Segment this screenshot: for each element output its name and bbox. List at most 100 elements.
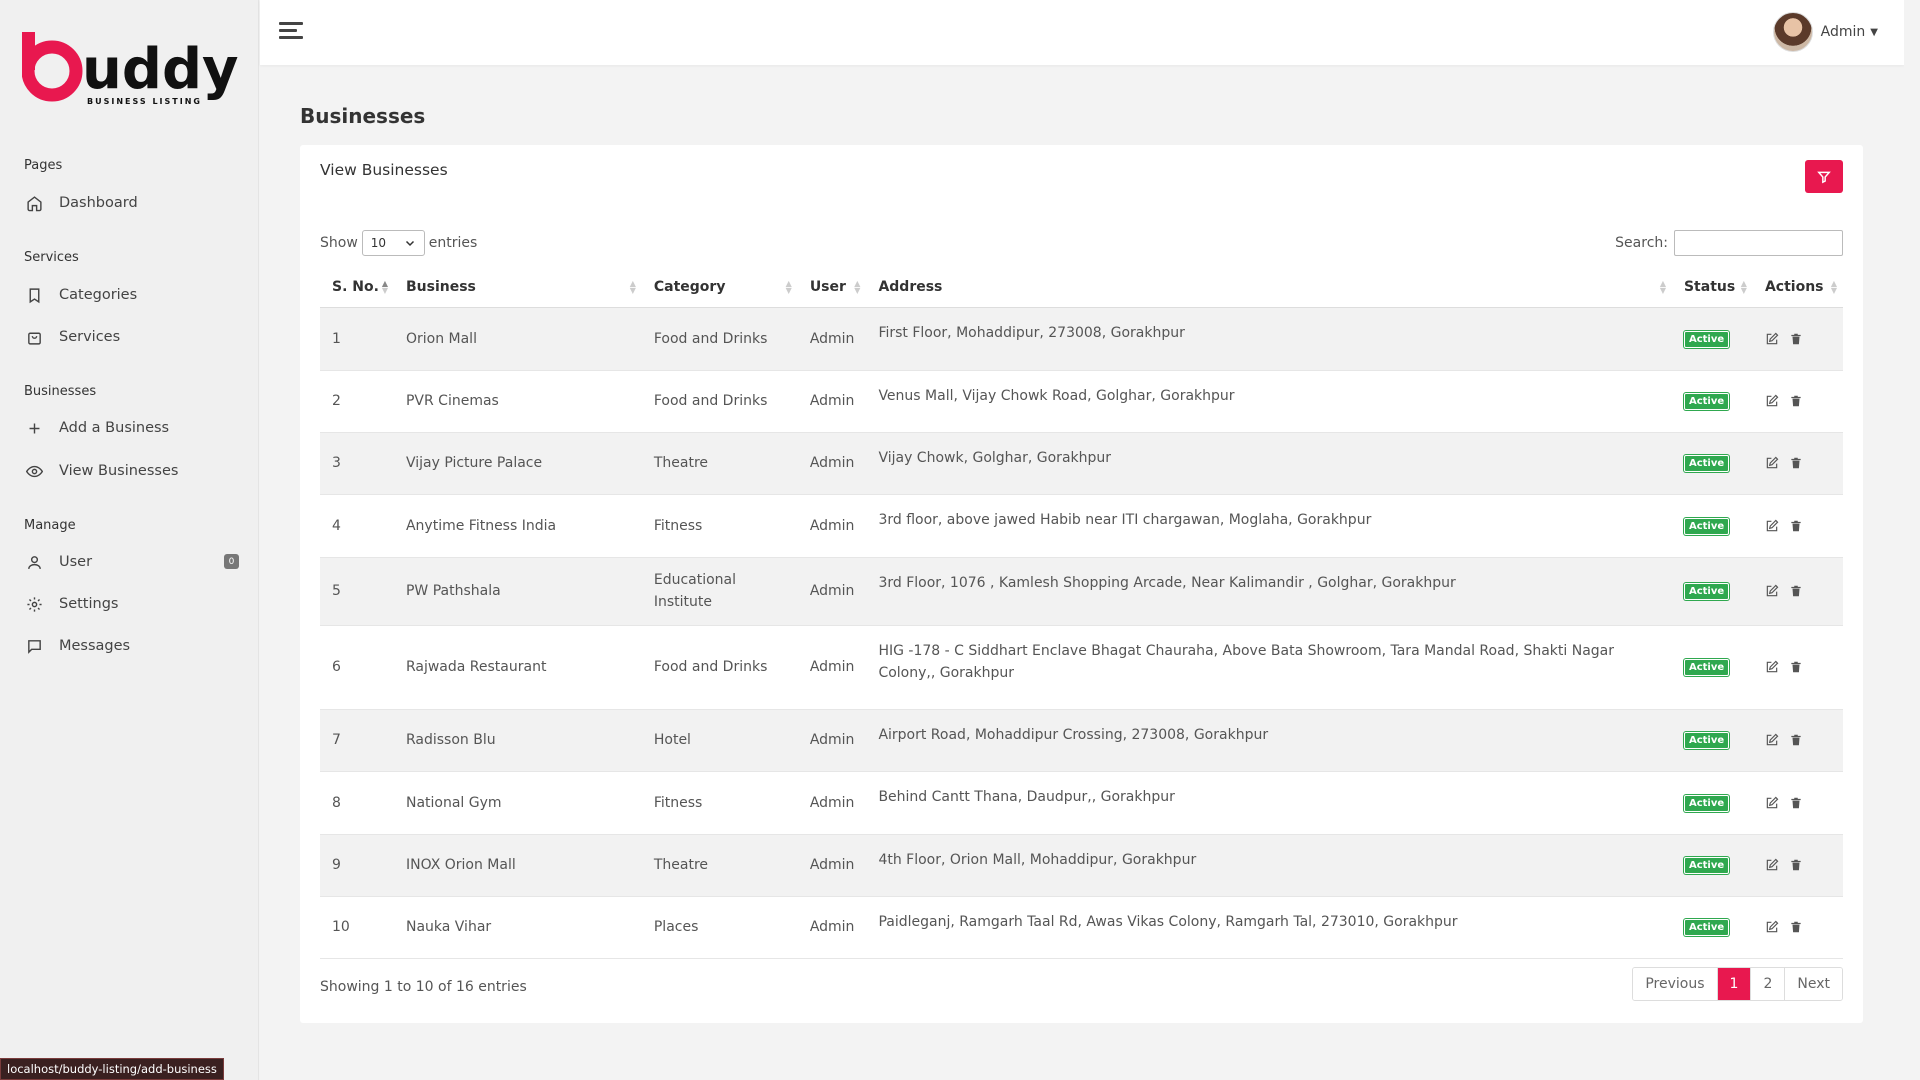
table-row: 9 INOX Orion Mall Theatre Admin 4th Floor, O… [320,834,1843,897]
cell-status: Active [1671,494,1753,558]
eye-icon [24,461,44,481]
cell-user: Admin [797,709,867,772]
businesses-card: View Businesses Show 10 entries Search: … [300,145,1863,1023]
cell-user: Admin [797,771,867,835]
trash-icon[interactable] [1789,456,1803,470]
trash-icon[interactable] [1789,332,1803,346]
status-badge: Active [1683,659,1730,676]
cell-user: Admin [797,307,867,371]
cell-status: Active [1671,370,1753,433]
cell-address: 3rd Floor, 1076 , Kamlesh Shopping Arcad… [866,557,1672,626]
table-row: 5 PW Pathshala Educational Institute Admin 3… [320,557,1843,626]
cell-sno: 5 [320,557,394,626]
edit-icon[interactable] [1765,660,1779,674]
trash-icon[interactable] [1789,920,1803,934]
column-header-business[interactable]: Business ▲ ▼ [393,267,642,308]
previous-button[interactable]: Previous [1633,968,1718,1000]
cell-category: Food and Drinks [641,307,798,371]
sort-icon: ▲ ▼ [1659,279,1666,295]
status-badge: Active [1683,393,1730,410]
trash-icon[interactable] [1789,519,1803,533]
cell-sno: 4 [320,494,394,558]
sidebar-item-dashboard[interactable]: Dashboard [24,189,244,217]
profile-dropdown[interactable]: Admin ▼ [1772,12,1878,52]
trash-icon[interactable] [1789,858,1803,872]
shopping-bag-icon [24,327,44,347]
cell-actions [1752,771,1843,835]
sort-icon: ▲ ▼ [854,279,861,295]
cell-status: Active [1671,557,1753,626]
cell-category: Theatre [641,834,798,897]
cell-actions [1752,709,1843,772]
column-header-user[interactable]: User ▲ ▼ [797,267,867,308]
column-header-category[interactable]: Category ▲ ▼ [641,267,798,308]
sidebar-item-label: Add a Business [59,420,170,436]
edit-icon[interactable] [1765,332,1779,346]
sidebar-item-categories[interactable]: Categories [24,281,244,309]
cell-business: Nauka Vihar [393,896,642,959]
sidebar-item-view-businesses[interactable]: View Businesses [24,457,244,485]
cell-address: Airport Road, Mohaddipur Crossing, 27300… [866,709,1672,772]
cell-status: Active [1671,625,1753,710]
sort-icon: ▲ ▼ [785,279,792,295]
sidebar-item-label: User [59,554,93,570]
avatar [1772,12,1813,52]
edit-icon[interactable] [1765,394,1779,408]
chevron-down-icon [405,240,414,247]
edit-icon[interactable] [1765,584,1779,598]
edit-icon[interactable] [1765,858,1779,872]
edit-icon[interactable] [1765,519,1779,533]
user-icon [24,552,44,572]
page-length-value: 10 [370,236,387,250]
cell-business: PVR Cinemas [393,370,642,433]
page-length-select[interactable]: 10 [361,230,425,256]
column-header-status[interactable]: Status ▲ ▼ [1671,267,1753,308]
cell-status: Active [1671,432,1753,495]
search-input[interactable] [1674,230,1843,256]
sidebar-item-services[interactable]: Services [24,323,244,351]
sidebar-item-label: Settings [59,596,119,612]
menu-toggle-icon[interactable] [279,22,303,42]
edit-icon[interactable] [1765,796,1779,810]
edit-icon[interactable] [1765,456,1779,470]
trash-icon[interactable] [1789,796,1803,810]
cell-business: National Gym [393,771,642,835]
buddy-logo[interactable]: uddy BUSINESS LISTING [22,28,242,108]
topbar: Admin ▼ [260,0,1904,65]
trash-icon[interactable] [1789,394,1803,408]
trash-icon[interactable] [1789,660,1803,674]
sidebar-item-messages[interactable]: Messages [24,632,244,660]
sidebar-item-user[interactable]: User 0 [24,548,244,576]
cell-category: Theatre [641,432,798,495]
status-badge: Active [1683,330,1730,348]
cell-sno: 6 [320,625,394,710]
filter-button[interactable] [1805,160,1843,193]
page-title: Businesses [300,104,426,128]
table-info: Showing 1 to 10 of 16 entries [320,979,527,995]
sidebar-item-add-business[interactable]: Add a Business [24,414,244,442]
column-header-address[interactable]: Address ▲ ▼ [866,267,1672,308]
sidebar-item-label: Dashboard [59,195,138,211]
card-title: View Businesses [320,161,448,179]
column-header-actions[interactable]: Actions ▲ ▼ [1752,267,1843,308]
edit-icon[interactable] [1765,920,1779,934]
table-row: 10 Nauka Vihar Places Admin Paidleganj, Ramg… [320,896,1843,959]
column-header-sno[interactable]: S. No. ▲ ▼ [320,267,394,308]
entries-label: entries [428,235,478,251]
status-badge: Active [1683,732,1730,749]
page-button-1[interactable]: 1 [1717,968,1752,1000]
edit-icon[interactable] [1765,733,1779,747]
scrollbar-track[interactable] [1904,0,1920,1080]
cell-actions [1752,557,1843,626]
svg-text:BUSINESS LISTING: BUSINESS LISTING [87,97,202,106]
cell-actions [1752,432,1843,495]
cell-business: Vijay Picture Palace [393,432,642,495]
cell-sno: 2 [320,370,394,433]
trash-icon[interactable] [1789,584,1803,598]
cell-category: Food and Drinks [641,625,798,710]
cell-address: Paidleganj, Ramgarh Taal Rd, Awas Vikas … [866,896,1672,959]
trash-icon[interactable] [1789,733,1803,747]
sidebar-item-settings[interactable]: Settings [24,590,244,618]
page-button-2[interactable]: 2 [1751,968,1786,1000]
next-button[interactable]: Next [1785,968,1842,1000]
